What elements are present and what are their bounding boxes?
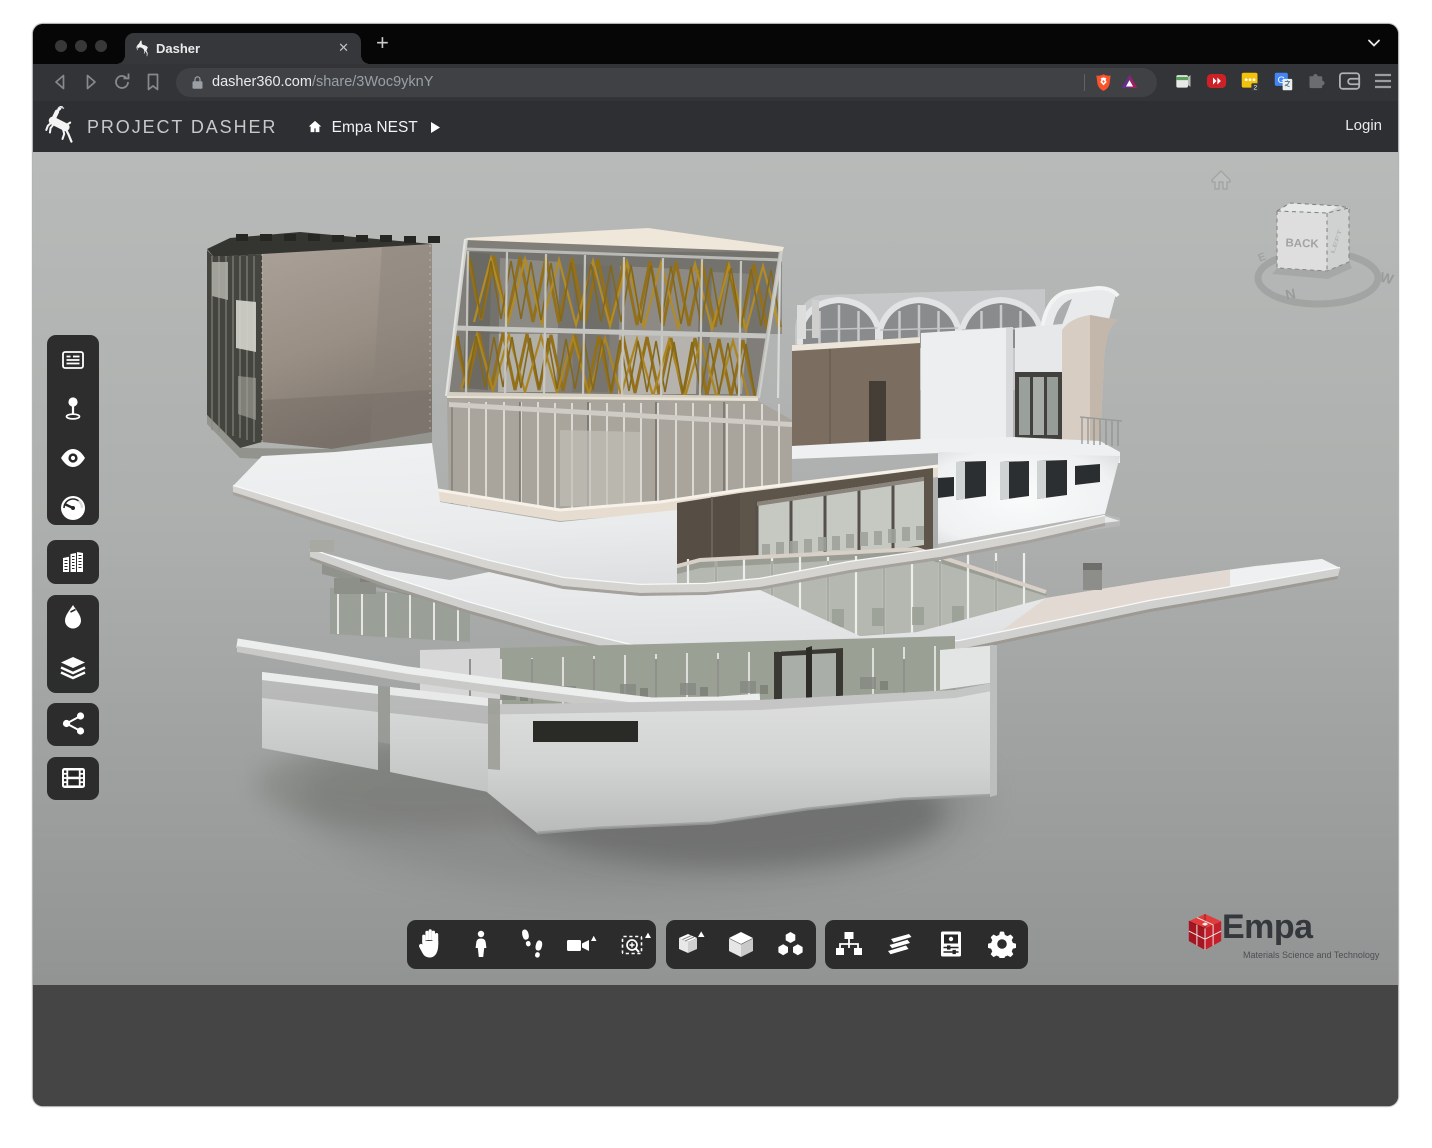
svg-text:2: 2: [1253, 85, 1257, 92]
svg-text:BACK: BACK: [1285, 237, 1319, 250]
